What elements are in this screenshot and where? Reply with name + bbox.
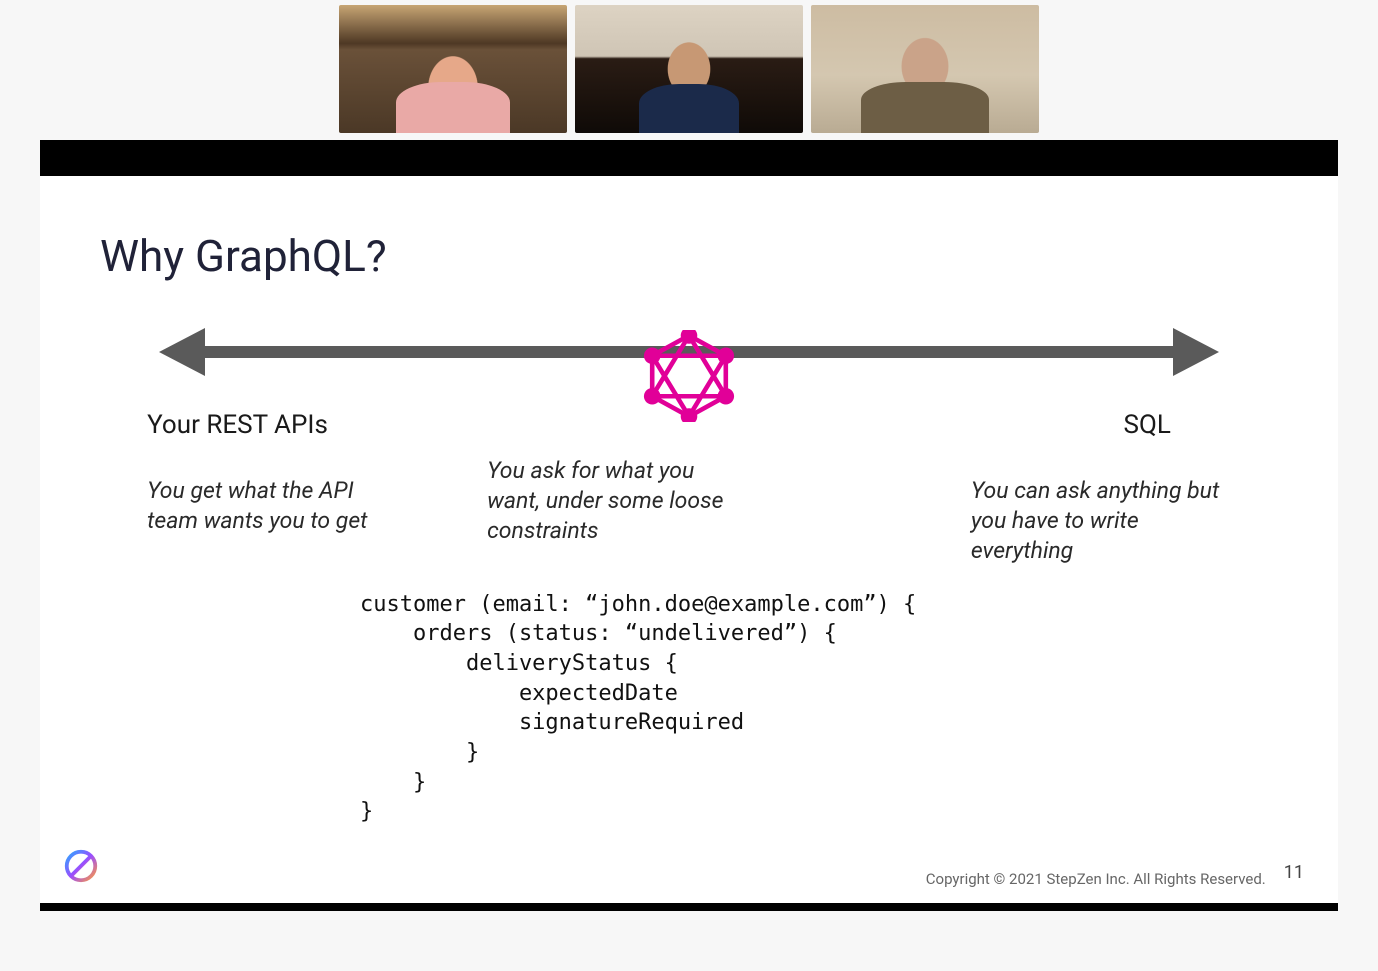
stepzen-logo-icon [62, 847, 100, 885]
graphql-query-code: customer (email: “john.doe@example.com”)… [360, 590, 1278, 828]
column-graphql: You ask for what you want, under some lo… [487, 456, 747, 566]
column-rest-title: Your REST APIs [147, 410, 407, 440]
copyright-text: Copyright © 2021 StepZen Inc. All Rights… [926, 870, 1266, 888]
video-thumbnail-row [0, 5, 1378, 133]
column-rest-desc: You get what the API team wants you to g… [147, 476, 407, 536]
slide: Why GraphQL? [40, 176, 1338, 903]
column-graphql-desc: You ask for what you want, under some lo… [487, 456, 747, 546]
comparison-columns: Your REST APIs You get what the API team… [147, 410, 1231, 566]
slide-title: Why GraphQL? [100, 230, 1278, 282]
presentation-viewport: Why GraphQL? [40, 140, 1338, 911]
column-rest: Your REST APIs You get what the API team… [147, 410, 407, 566]
graphql-logo-icon [643, 330, 735, 422]
arrow-right-icon [1173, 328, 1219, 376]
video-thumbnail-participant-2[interactable] [575, 5, 803, 133]
column-sql: SQL You can ask anything but you have to… [971, 410, 1231, 566]
page-number: 11 [1284, 862, 1304, 883]
video-thumbnail-participant-1[interactable] [339, 5, 567, 133]
spectrum-arrow [159, 322, 1219, 382]
video-thumbnail-participant-3[interactable] [811, 5, 1039, 133]
column-sql-title: SQL [971, 410, 1231, 440]
column-sql-desc: You can ask anything but you have to wri… [971, 476, 1231, 566]
slide-footer: Copyright © 2021 StepZen Inc. All Rights… [926, 868, 1304, 889]
